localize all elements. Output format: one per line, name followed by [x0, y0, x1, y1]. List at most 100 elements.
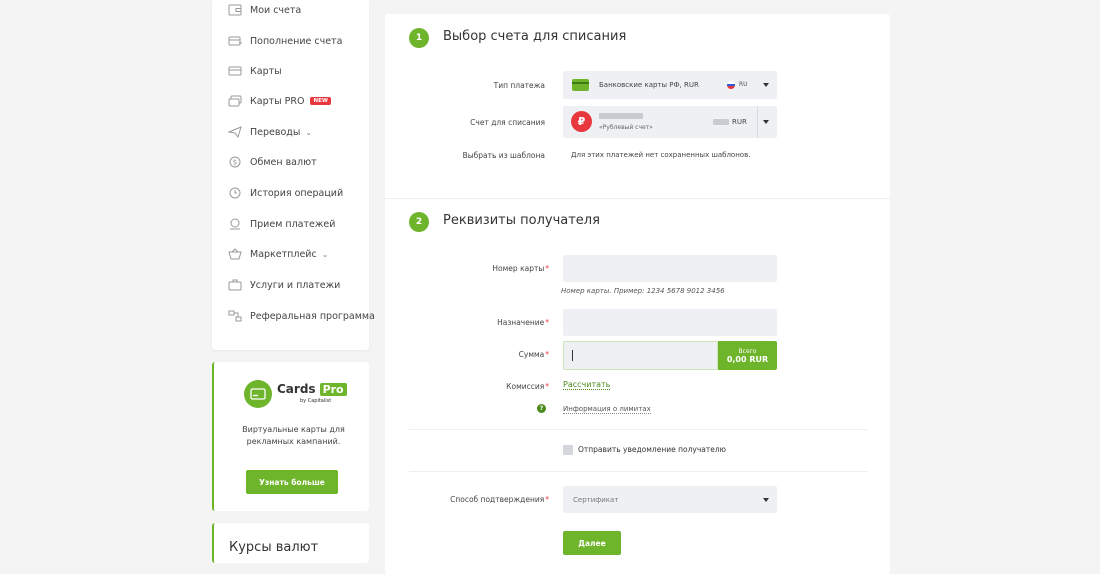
- account-label: Счет для списания: [470, 118, 545, 127]
- card-icon: [228, 65, 242, 77]
- sidebar-item-label: Обмен валют: [250, 156, 317, 168]
- sidebar-item-cards[interactable]: Карты: [228, 61, 282, 81]
- cards-pro-promo: Cards Pro by Capitalist Виртуальные карт…: [212, 362, 369, 511]
- confirm-method-value: Сертификат: [573, 496, 619, 504]
- card-number-label: Номер карты*: [492, 264, 549, 273]
- promo-by: by Capitalist: [300, 398, 332, 404]
- amount-input[interactable]: [563, 341, 718, 370]
- sidebar-item-my-accounts[interactable]: Мои счета: [228, 0, 301, 20]
- sidebar-item-top-up[interactable]: Пополнение счета: [228, 31, 342, 51]
- step-number: 1: [409, 28, 429, 48]
- referral-icon: [228, 310, 242, 322]
- dropdown-arrow-icon: [763, 83, 769, 87]
- chevron-down-icon: ⌄: [305, 127, 313, 137]
- send-icon: [228, 126, 242, 138]
- sidebar-item-label: Переводы: [250, 126, 301, 138]
- section-divider: [385, 198, 890, 199]
- help-icon[interactable]: ?: [537, 404, 546, 413]
- currency-rates-panel: Курсы валют: [212, 523, 369, 563]
- section-title: Реквизиты получателя: [443, 213, 600, 228]
- purpose-input[interactable]: [563, 309, 777, 336]
- account-balance-masked: [713, 119, 729, 125]
- sidebar-item-label: Карты: [250, 65, 282, 77]
- history-icon: [228, 187, 242, 199]
- total-value: 0,00 RUR: [727, 355, 768, 364]
- promo-brand-text: Cards: [277, 382, 316, 396]
- account-select[interactable]: ₽ «Рублевый счет» RUR: [563, 106, 777, 138]
- cards-pro-logo-icon: [244, 380, 272, 408]
- commission-label-text: Комиссия: [506, 382, 545, 391]
- confirm-method-label-text: Способ подтверждения: [450, 495, 545, 504]
- sidebar-item-transfers[interactable]: Переводы ⌄: [228, 122, 312, 142]
- bank-card-icon: [572, 79, 589, 91]
- sidebar-item-label: Услуги и платежи: [250, 279, 341, 291]
- country-code: RU: [739, 81, 748, 88]
- sidebar-item-label: Мои счета: [250, 4, 302, 16]
- account-number-masked: [599, 113, 643, 119]
- dropdown-arrow-icon: [763, 120, 769, 124]
- card-number-hint: Номер карты. Пример: 1234 5678 9012 3456: [561, 287, 725, 295]
- total-display: Всего 0,00 RUR: [718, 341, 777, 370]
- sidebar-item-marketplace[interactable]: Маркетплейс ⌄: [228, 244, 328, 264]
- amount-label: Сумма*: [518, 350, 549, 359]
- select-divider: [757, 106, 758, 138]
- total-amount: 0,00: [726, 354, 747, 364]
- notify-label[interactable]: Отправить уведомление получателю: [578, 445, 726, 454]
- sidebar-item-cards-pro[interactable]: Карты PRO NEW: [228, 91, 331, 111]
- promo-brand-pro: Pro: [319, 382, 347, 396]
- sidebar-item-label: История операций: [250, 187, 344, 199]
- account-currency: RUR: [732, 118, 747, 126]
- learn-more-button[interactable]: Узнать больше: [246, 470, 338, 494]
- exchange-icon: $: [228, 156, 242, 168]
- next-button[interactable]: Далее: [563, 531, 621, 555]
- sidebar-item-label: Карты PRO: [250, 95, 305, 107]
- svg-text:$: $: [233, 159, 237, 167]
- template-label: Выбрать из шаблона: [462, 151, 545, 160]
- account-name: «Рублевый счет»: [599, 124, 653, 131]
- sidebar-menu: Мои счета Пополнение счета Карты Карты P…: [212, 0, 375, 350]
- sidebar-item-services[interactable]: Услуги и платежи: [228, 275, 340, 295]
- text-cursor: [572, 350, 573, 361]
- promo-brand: Cards Pro: [277, 382, 347, 396]
- sidebar-item-label: Пополнение счета: [250, 35, 343, 47]
- form-divider: [409, 429, 868, 430]
- confirm-method-label: Способ подтверждения*: [450, 495, 549, 504]
- basket-icon: [228, 248, 242, 260]
- sidebar-item-receive-payments[interactable]: Прием платежей: [228, 214, 335, 234]
- payment-type-select[interactable]: Банковские карты РФ, RUR RU: [563, 71, 777, 99]
- ruble-icon: ₽: [571, 111, 592, 132]
- form-divider: [409, 471, 868, 472]
- calculate-commission-link[interactable]: Рассчитать: [563, 380, 611, 390]
- template-value: Для этих платежей нет сохраненных шаблон…: [571, 151, 751, 159]
- purpose-label-text: Назначение: [497, 318, 545, 327]
- amount-label-text: Сумма: [518, 350, 545, 359]
- total-currency: RUR: [749, 354, 769, 364]
- sidebar-item-label: Прием платежей: [250, 218, 336, 230]
- payment-type-value: Банковские карты РФ, RUR: [599, 81, 699, 89]
- total-label: Всего: [738, 347, 757, 355]
- card-plus-icon: [228, 35, 242, 47]
- step-number: 2: [409, 212, 429, 232]
- russia-flag-icon: [727, 81, 735, 89]
- receive-payments-icon: [228, 218, 242, 230]
- commission-label: Комиссия*: [506, 382, 549, 391]
- payment-type-label: Тип платежа: [493, 81, 545, 90]
- wallet-icon: [228, 4, 242, 16]
- promo-text: Виртуальные карты для рекламных кампаний…: [242, 425, 345, 446]
- services-icon: [228, 279, 242, 291]
- sidebar-item-label: Маркетплейс: [250, 248, 317, 260]
- sidebar-item-exchange[interactable]: $ Обмен валют: [228, 152, 317, 172]
- card-number-label-text: Номер карты: [492, 264, 545, 273]
- sidebar-item-history[interactable]: История операций: [228, 183, 343, 203]
- dropdown-arrow-icon: [763, 497, 769, 502]
- chevron-down-icon: ⌄: [321, 249, 329, 259]
- limits-info-link[interactable]: Информация о лимитах: [563, 405, 651, 414]
- purpose-label: Назначение*: [497, 318, 549, 327]
- payment-form: 1 Выбор счета для списания Тип платежа Б…: [385, 14, 890, 574]
- confirm-method-select[interactable]: Сертификат: [563, 486, 777, 513]
- currency-rates-title: Курсы валют: [229, 540, 319, 555]
- card-number-input[interactable]: [563, 255, 777, 282]
- section-title: Выбор счета для списания: [443, 29, 627, 44]
- cards-pro-icon: [228, 95, 242, 107]
- notify-checkbox[interactable]: [563, 445, 573, 455]
